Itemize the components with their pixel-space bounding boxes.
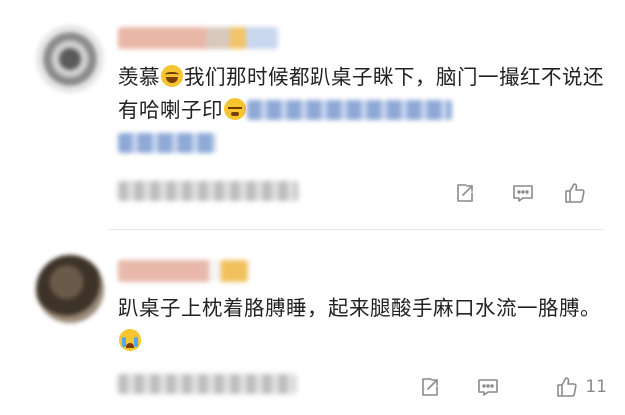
comment-button[interactable]: [511, 178, 535, 208]
comment-item: 羡慕 我们那时候都趴桌子眯下，脑门一撮红不说还有哈喇子印: [0, 0, 625, 228]
like-button[interactable]: 11: [555, 372, 607, 402]
share-icon: [422, 378, 438, 396]
avatar[interactable]: [36, 25, 104, 93]
timestamp-source-blurred: [118, 374, 296, 394]
share-button[interactable]: [453, 178, 477, 208]
cry-emoji-icon: [119, 329, 141, 351]
timestamp-source-blurred: [118, 181, 298, 201]
share-icon: [457, 184, 473, 202]
comment-button[interactable]: [476, 372, 500, 402]
avatar[interactable]: [36, 255, 104, 323]
sleep-emoji-icon: [224, 98, 246, 120]
thumbs-up-icon: [557, 377, 577, 397]
laugh-emoji-icon: [161, 65, 183, 87]
comment-icon: [513, 185, 533, 202]
comment-icon: [478, 379, 498, 396]
username-blurred[interactable]: [118, 27, 278, 49]
thumbs-up-icon: [565, 183, 585, 203]
comment-text-part: 趴桌子上枕着胳膊睡，起来腿酸手麻口水流一胳膊。: [118, 296, 601, 320]
comment-item: 趴桌子上枕着胳膊睡，起来腿酸手麻口水流一胳膊。 11: [0, 230, 625, 415]
comment-text-part: 羡慕: [118, 65, 160, 89]
share-button[interactable]: [418, 372, 442, 402]
username-blurred[interactable]: [118, 260, 248, 282]
like-button[interactable]: [563, 178, 593, 208]
comment-text: 趴桌子上枕着胳膊睡，起来腿酸手麻口水流一胳膊。: [118, 292, 608, 358]
hashtag-link-blurred[interactable]: [118, 133, 216, 153]
hashtag-link-blurred[interactable]: [247, 100, 452, 120]
like-count: 11: [585, 377, 607, 397]
comment-text: 羡慕 我们那时候都趴桌子眯下，脑门一撮红不说还有哈喇子印: [118, 61, 608, 160]
